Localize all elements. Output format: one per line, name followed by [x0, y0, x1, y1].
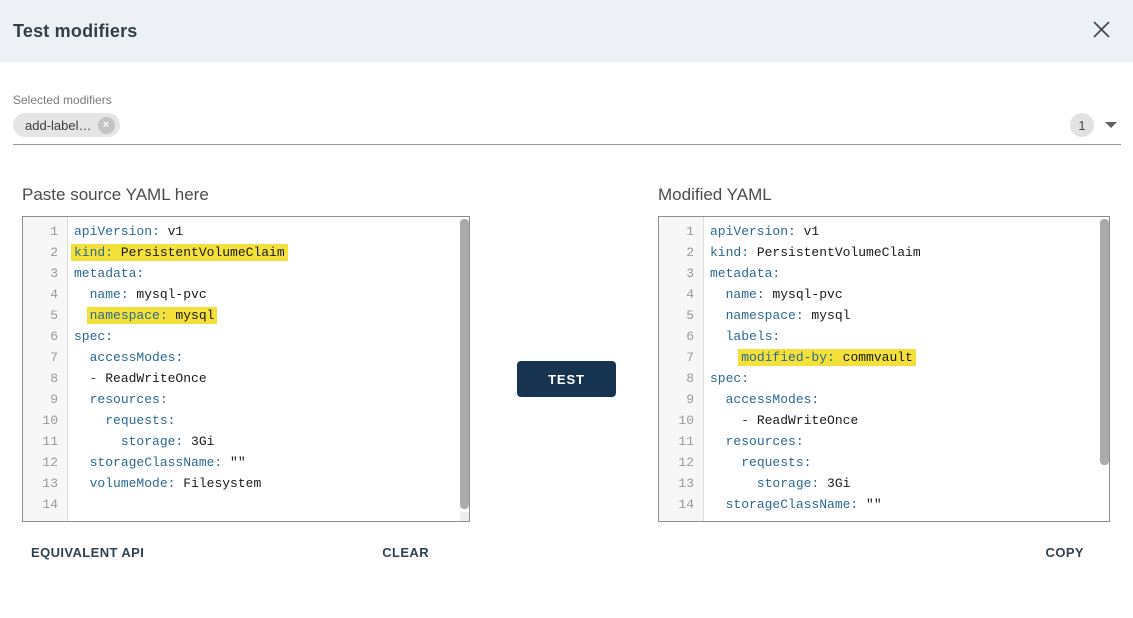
code-line: storage: 3Gi: [74, 431, 469, 452]
code-line: kind: PersistentVolumeClaim: [710, 242, 1109, 263]
line-number: 14: [23, 494, 67, 515]
scrollbar-thumb[interactable]: [460, 219, 469, 509]
modified-panel-actions: COPY: [658, 545, 1110, 560]
code-line: namespace: mysql: [710, 305, 1109, 326]
selected-count-badge: 1: [1070, 113, 1094, 137]
line-number: 2: [659, 242, 703, 263]
code-line: requests:: [74, 410, 469, 431]
line-number: 11: [659, 431, 703, 452]
line-number: 5: [23, 305, 67, 326]
chip-remove-icon[interactable]: ×: [98, 117, 115, 134]
scrollbar-thumb[interactable]: [1100, 219, 1109, 465]
copy-button[interactable]: COPY: [1046, 545, 1084, 560]
code-line: apiVersion: v1: [74, 221, 469, 242]
code-line: apiVersion: v1: [710, 221, 1109, 242]
close-button[interactable]: [1089, 19, 1113, 43]
line-number: 2: [23, 242, 67, 263]
code-line: metadata:: [74, 263, 469, 284]
code-line: resources:: [74, 389, 469, 410]
code-area: apiVersion: v1 kind: PersistentVolumeClai…: [68, 217, 469, 521]
line-number: 7: [23, 347, 67, 368]
code-line: spec:: [710, 368, 1109, 389]
line-number: 13: [659, 473, 703, 494]
code-line: modified-by: commvault: [710, 347, 1109, 368]
line-number: 9: [23, 389, 67, 410]
code-area: apiVersion: v1kind: PersistentVolumeClai…: [704, 217, 1109, 521]
code-line: volumeMode: Filesystem: [74, 473, 469, 494]
vertical-scrollbar: [460, 217, 469, 521]
source-panel-actions: EQUIVALENT API CLEAR: [22, 545, 470, 560]
code-line: - ReadWriteOnce: [74, 368, 469, 389]
code-line: [74, 494, 469, 515]
code-line: name: mysql-pvc: [710, 284, 1109, 305]
modifier-chip[interactable]: add-label… ×: [13, 113, 120, 137]
chevron-down-icon[interactable]: [1105, 122, 1117, 128]
code-line: namespace: mysql: [74, 305, 469, 326]
dialog-title: Test modifiers: [13, 21, 138, 42]
vertical-scrollbar: [1100, 217, 1109, 521]
line-number: 11: [23, 431, 67, 452]
code-line: resources:: [710, 431, 1109, 452]
selected-modifiers-label: Selected modifiers: [13, 93, 1121, 107]
line-number: 12: [659, 452, 703, 473]
line-number: 14: [659, 494, 703, 515]
line-number-gutter: 1234567891011121314: [659, 217, 704, 521]
line-number: 5: [659, 305, 703, 326]
code-line: requests:: [710, 452, 1109, 473]
code-line: labels:: [710, 326, 1109, 347]
scrollbar-corner: [460, 512, 469, 521]
line-number: 4: [23, 284, 67, 305]
line-number-gutter: 1234567891011121314: [23, 217, 68, 521]
code-line: storageClassName: "": [710, 494, 1109, 515]
modified-yaml-title: Modified YAML: [658, 185, 1110, 205]
source-yaml-title: Paste source YAML here: [22, 185, 470, 205]
highlighted-text: modified-by: commvault: [738, 349, 916, 366]
code-line: - ReadWriteOnce: [710, 410, 1109, 431]
code-line: kind: PersistentVolumeClaim: [74, 242, 469, 263]
line-number: 1: [23, 221, 67, 242]
dialog-header: Test modifiers: [0, 0, 1133, 62]
line-number: 1: [659, 221, 703, 242]
source-yaml-editor[interactable]: 1234567891011121314 apiVersion: v1kind: …: [22, 216, 470, 522]
test-modifiers-dialog: Test modifiers Selected modifiers add-la…: [0, 0, 1133, 618]
select-right-controls: 1: [1070, 113, 1121, 137]
modified-yaml-editor[interactable]: 1234567891011121314 apiVersion: v1kind: …: [658, 216, 1110, 522]
line-number: 9: [659, 389, 703, 410]
source-yaml-panel: Paste source YAML here 12345678910111213…: [22, 185, 470, 522]
line-number: 4: [659, 284, 703, 305]
code-line: metadata:: [710, 263, 1109, 284]
code-line: spec:: [74, 326, 469, 347]
line-number: 8: [659, 368, 703, 389]
selected-modifiers-field: Selected modifiers add-label… × 1: [13, 93, 1121, 145]
code-line: name: mysql-pvc: [74, 284, 469, 305]
line-number: 10: [659, 410, 703, 431]
code-line: storageClassName: "": [74, 452, 469, 473]
line-number: 7: [659, 347, 703, 368]
line-number: 3: [659, 263, 703, 284]
highlighted-text: namespace: mysql: [87, 307, 218, 324]
equivalent-api-button[interactable]: EQUIVALENT API: [31, 545, 144, 560]
line-number: 3: [23, 263, 67, 284]
modifier-chip-label: add-label…: [25, 118, 92, 133]
highlighted-text: kind: PersistentVolumeClaim: [71, 244, 288, 261]
modified-yaml-panel: Modified YAML 1234567891011121314 apiVer…: [658, 185, 1110, 522]
modifier-select[interactable]: add-label… × 1: [13, 113, 1121, 145]
line-number: 8: [23, 368, 67, 389]
line-number: 6: [23, 326, 67, 347]
line-number: 13: [23, 473, 67, 494]
line-number: 10: [23, 410, 67, 431]
code-line: storage: 3Gi: [710, 473, 1109, 494]
line-number: 12: [23, 452, 67, 473]
code-line: accessModes:: [710, 389, 1109, 410]
close-icon: [1092, 20, 1111, 42]
line-number: 6: [659, 326, 703, 347]
code-line: accessModes:: [74, 347, 469, 368]
clear-button[interactable]: CLEAR: [382, 545, 429, 560]
test-button[interactable]: TEST: [517, 361, 616, 397]
